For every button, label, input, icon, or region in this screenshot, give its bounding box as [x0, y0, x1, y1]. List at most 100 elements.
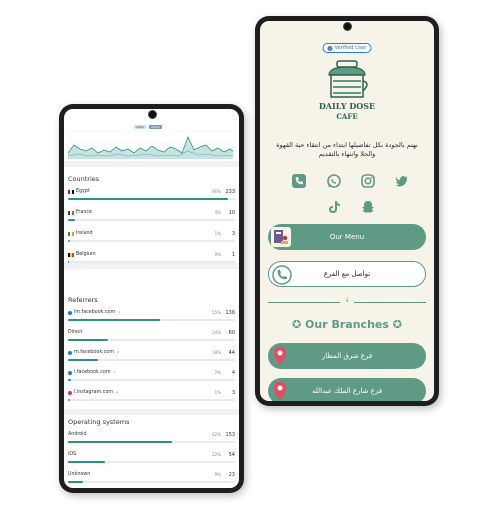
chart-legend: Visits Clicks — [134, 125, 162, 129]
whatsapp-icon[interactable] — [327, 173, 341, 188]
instagram-icon — [68, 390, 72, 395]
referrer-count: 60 — [228, 330, 235, 336]
referrer-percent: 24% — [212, 330, 221, 335]
menu-button[interactable]: Our Menu — [268, 224, 426, 250]
progress-track — [68, 481, 235, 483]
analytics-screen: Visits Clicks Countries Egypt 96% 233 Franc… — [64, 109, 239, 488]
os-percent: 9% — [214, 472, 221, 477]
facebook-icon — [68, 370, 72, 375]
progress-fill — [68, 379, 72, 381]
branch-button[interactable]: فرع شرق المطار — [268, 343, 426, 369]
progress-track — [68, 219, 235, 221]
cafe-logo: DAILY DOSE CAFE — [319, 60, 375, 121]
progress-fill — [68, 240, 70, 242]
cafe-description: نهتم بالجودة بكل تفاصيلها ابتداء من انتق… — [276, 141, 418, 158]
referrer-percent: 1% — [214, 390, 221, 395]
phone-icon[interactable] — [292, 173, 306, 188]
legend-visits: Visits — [134, 125, 146, 129]
referrers-title: Referrers — [68, 296, 98, 304]
progress-track — [68, 198, 235, 200]
country-count: 10 — [228, 210, 235, 216]
facebook-icon — [68, 350, 72, 355]
referrer-percent: 2% — [214, 370, 221, 375]
progress-track — [68, 399, 235, 401]
logo-text-line2: CAFE — [336, 112, 357, 121]
os-percent: 62% — [212, 432, 221, 437]
country-count: 3 — [231, 231, 235, 237]
progress-fill — [68, 219, 75, 221]
country-row: Egypt 96% 233 — [68, 189, 235, 201]
verified-badge: ✓ Verified User — [322, 43, 372, 53]
snapchat-icon[interactable] — [361, 199, 375, 213]
instagram-icon[interactable] — [361, 173, 375, 188]
flag-icon — [68, 231, 74, 236]
verified-label: Verified User — [334, 45, 367, 51]
legend-clicks: Clicks — [148, 125, 162, 129]
referrer-row: l.facebook.com ↗ 2% 4 — [68, 370, 235, 382]
location-pin-icon — [274, 347, 286, 365]
country-count: 233 — [225, 189, 235, 195]
countries-title: Countries — [68, 175, 100, 183]
country-label: Belgium — [76, 252, 96, 257]
location-pin-icon — [274, 382, 286, 400]
twitter-icon[interactable] — [395, 173, 409, 187]
progress-fill — [68, 339, 109, 341]
external-link-icon[interactable]: ↗ — [113, 370, 116, 375]
progress-fill — [68, 198, 229, 200]
progress-fill — [68, 461, 105, 463]
branch-label: فرع شارع الملك عبدالله — [311, 387, 383, 395]
referrer-row: m.facebook.com ↗ 18% 44 — [68, 350, 235, 362]
section-divider: ↓ — [268, 297, 426, 307]
analytics-phone: Visits Clicks Countries Egypt 96% 233 Franc… — [59, 104, 244, 493]
facebook-icon — [68, 310, 72, 315]
country-label: France — [76, 210, 92, 215]
contact-branch-button[interactable]: تواصل مع الفرع — [268, 261, 426, 287]
verified-check-icon: ✓ — [327, 45, 333, 51]
os-count: 23 — [228, 472, 235, 478]
branch-label: فرع شرق المطار — [321, 352, 373, 360]
progress-track — [68, 319, 235, 321]
progress-track — [68, 379, 235, 381]
external-link-icon[interactable]: ↗ — [115, 390, 118, 395]
progress-track — [68, 240, 235, 242]
flag-icon — [68, 210, 74, 215]
traffic-chart — [68, 130, 233, 159]
referrer-count: 136 — [225, 310, 235, 316]
os-row: iOS 22% 54 — [68, 452, 235, 464]
progress-track — [68, 441, 235, 443]
tiktok-icon[interactable] — [327, 199, 341, 213]
menu-book-icon — [271, 227, 291, 247]
cafe-screen: ✓ Verified User DAILY DOSE CAFE نهتم بال… — [260, 21, 434, 401]
country-count: 1 — [231, 252, 235, 258]
referrer-label: l.facebook.com — [74, 370, 111, 375]
external-link-icon[interactable]: ↗ — [116, 350, 119, 355]
branch-button[interactable]: فرع شارع الملك عبدالله — [268, 378, 426, 401]
country-percent: 4% — [214, 210, 221, 215]
referrer-label: lm.facebook.com — [74, 310, 116, 315]
front-camera — [343, 22, 352, 31]
progress-track — [68, 461, 235, 463]
country-percent: 0% — [214, 252, 221, 257]
referrer-label: l.instagram.com — [74, 390, 113, 395]
referrer-count: 44 — [228, 350, 235, 356]
section-divider — [64, 161, 239, 167]
progress-fill — [68, 481, 84, 483]
os-label: Unknown — [68, 472, 91, 477]
contact-branch-label: تواصل مع الفرع — [323, 270, 371, 278]
country-percent: 96% — [212, 189, 221, 194]
external-link-icon[interactable]: ↗ — [117, 310, 120, 315]
referrer-percent: 55% — [212, 310, 221, 315]
referrer-count: 4 — [231, 370, 235, 376]
progress-fill — [68, 359, 99, 361]
logo-text-line1: DAILY DOSE — [319, 101, 375, 111]
country-label: Egypt — [76, 189, 90, 194]
section-divider — [64, 263, 239, 269]
referrer-label: m.facebook.com — [74, 350, 114, 355]
referrer-row: lm.facebook.com ↗ 55% 136 — [68, 310, 235, 322]
country-row: France 4% 10 — [68, 210, 235, 222]
chevron-down-icon[interactable]: ↓ — [343, 297, 351, 304]
os-row: Android 62% 153 — [68, 432, 235, 444]
progress-fill — [68, 319, 160, 321]
referrer-label: Direct — [68, 330, 83, 335]
flag-icon — [68, 252, 74, 257]
